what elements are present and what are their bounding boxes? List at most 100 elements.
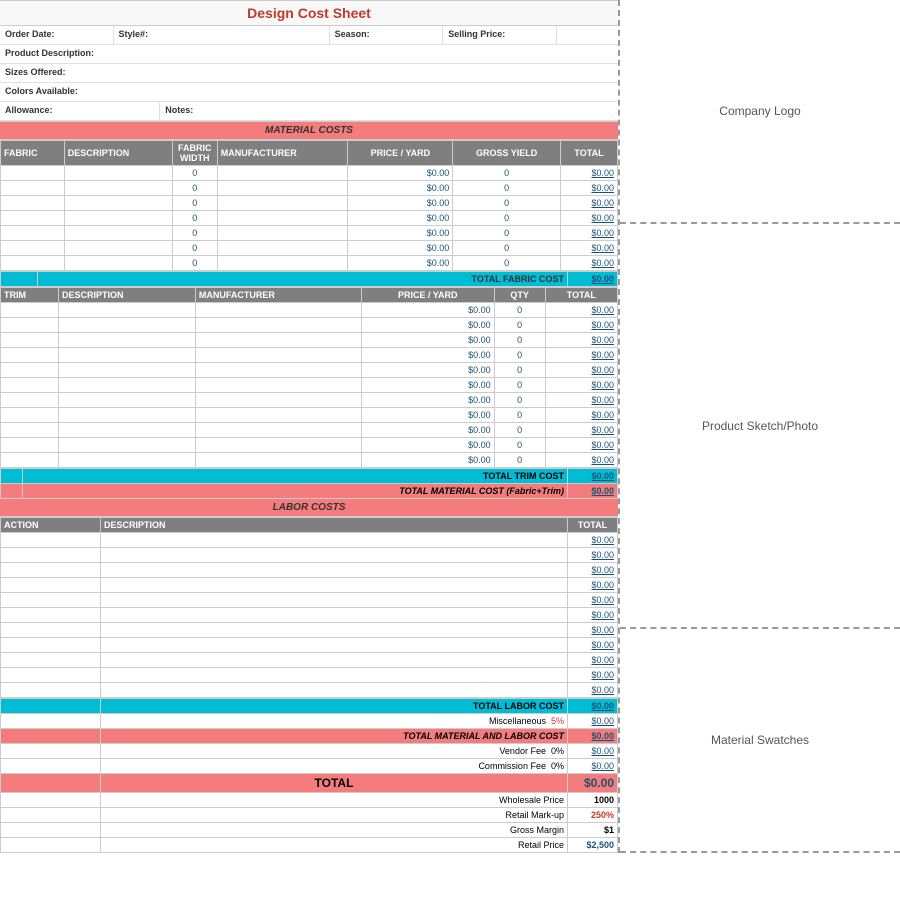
trim-mfr-cell[interactable]	[195, 393, 361, 408]
labor-action-cell[interactable]	[1, 653, 101, 668]
fabric-price-cell[interactable]: $0.00	[348, 166, 453, 181]
trim-cell[interactable]	[1, 333, 59, 348]
trim-mfr-cell[interactable]	[195, 348, 361, 363]
fabric-width-cell[interactable]: 0	[172, 226, 217, 241]
labor-action-cell[interactable]	[1, 683, 101, 698]
trim-qty-cell[interactable]: 0	[494, 318, 545, 333]
fabric-mfr-cell[interactable]	[217, 241, 348, 256]
fabric-total-cell[interactable]: $0.00	[560, 211, 617, 226]
trim-desc-cell[interactable]	[58, 438, 195, 453]
style-cell[interactable]: Style#:	[114, 26, 330, 44]
fabric-mfr-cell[interactable]	[217, 181, 348, 196]
labor-desc-cell[interactable]	[101, 623, 568, 638]
fabric-mfr-cell[interactable]	[217, 226, 348, 241]
labor-desc-cell[interactable]	[101, 683, 568, 698]
fabric-yield-cell[interactable]: 0	[453, 241, 561, 256]
trim-cell[interactable]	[1, 453, 59, 468]
labor-total-cell[interactable]: $0.00	[568, 623, 618, 638]
product-desc-cell[interactable]: Product Description:	[0, 45, 618, 63]
selling-price-value[interactable]	[557, 26, 618, 44]
labor-total-cell[interactable]: $0.00	[568, 668, 618, 683]
fabric-price-cell[interactable]: $0.00	[348, 226, 453, 241]
trim-price-cell[interactable]: $0.00	[361, 363, 494, 378]
fabric-total-cell[interactable]: $0.00	[560, 181, 617, 196]
fabric-price-cell[interactable]: $0.00	[348, 211, 453, 226]
trim-qty-cell[interactable]: 0	[494, 453, 545, 468]
trim-cell[interactable]	[1, 363, 59, 378]
fabric-desc-cell[interactable]	[64, 256, 172, 271]
fabric-mfr-cell[interactable]	[217, 256, 348, 271]
fabric-price-cell[interactable]: $0.00	[348, 181, 453, 196]
trim-total-cell[interactable]: $0.00	[545, 423, 617, 438]
trim-cell[interactable]	[1, 348, 59, 363]
fabric-width-cell[interactable]: 0	[172, 241, 217, 256]
trim-qty-cell[interactable]: 0	[494, 438, 545, 453]
trim-qty-cell[interactable]: 0	[494, 348, 545, 363]
trim-desc-cell[interactable]	[58, 333, 195, 348]
labor-desc-cell[interactable]	[101, 548, 568, 563]
trim-total-cell[interactable]: $0.00	[545, 438, 617, 453]
trim-cell[interactable]	[1, 318, 59, 333]
labor-total-cell[interactable]: $0.00	[568, 683, 618, 698]
trim-mfr-cell[interactable]	[195, 423, 361, 438]
labor-desc-cell[interactable]	[101, 653, 568, 668]
trim-price-cell[interactable]: $0.00	[361, 423, 494, 438]
fabric-desc-cell[interactable]	[64, 181, 172, 196]
labor-action-cell[interactable]	[1, 548, 101, 563]
fabric-width-cell[interactable]: 0	[172, 256, 217, 271]
fabric-desc-cell[interactable]	[64, 211, 172, 226]
labor-desc-cell[interactable]	[101, 608, 568, 623]
fabric-desc-cell[interactable]	[64, 241, 172, 256]
trim-total-cell[interactable]: $0.00	[545, 408, 617, 423]
fabric-width-cell[interactable]: 0	[172, 211, 217, 226]
fabric-price-cell[interactable]: $0.00	[348, 256, 453, 271]
fabric-total-cell[interactable]: $0.00	[560, 241, 617, 256]
fabric-cell[interactable]	[1, 196, 65, 211]
trim-qty-cell[interactable]: 0	[494, 378, 545, 393]
fabric-cell[interactable]	[1, 211, 65, 226]
fabric-yield-cell[interactable]: 0	[453, 196, 561, 211]
trim-desc-cell[interactable]	[58, 348, 195, 363]
allowance-cell[interactable]: Allowance:	[0, 102, 160, 120]
trim-price-cell[interactable]: $0.00	[361, 333, 494, 348]
fabric-price-cell[interactable]: $0.00	[348, 241, 453, 256]
trim-qty-cell[interactable]: 0	[494, 393, 545, 408]
labor-action-cell[interactable]	[1, 533, 101, 548]
trim-mfr-cell[interactable]	[195, 363, 361, 378]
fabric-cell[interactable]	[1, 166, 65, 181]
fabric-width-cell[interactable]: 0	[172, 181, 217, 196]
trim-mfr-cell[interactable]	[195, 303, 361, 318]
trim-cell[interactable]	[1, 303, 59, 318]
fabric-cell[interactable]	[1, 256, 65, 271]
trim-cell[interactable]	[1, 408, 59, 423]
trim-total-cell[interactable]: $0.00	[545, 453, 617, 468]
labor-desc-cell[interactable]	[101, 563, 568, 578]
fabric-width-cell[interactable]: 0	[172, 166, 217, 181]
fabric-yield-cell[interactable]: 0	[453, 226, 561, 241]
fabric-yield-cell[interactable]: 0	[453, 166, 561, 181]
trim-total-cell[interactable]: $0.00	[545, 333, 617, 348]
trim-price-cell[interactable]: $0.00	[361, 453, 494, 468]
season-cell[interactable]: Season:	[330, 26, 444, 44]
fabric-yield-cell[interactable]: 0	[453, 256, 561, 271]
fabric-total-cell[interactable]: $0.00	[560, 196, 617, 211]
labor-desc-cell[interactable]	[101, 668, 568, 683]
labor-action-cell[interactable]	[1, 593, 101, 608]
trim-desc-cell[interactable]	[58, 363, 195, 378]
labor-total-cell[interactable]: $0.00	[568, 593, 618, 608]
sizes-cell[interactable]: Sizes Offered:	[0, 64, 618, 82]
selling-price-cell[interactable]: Selling Price:	[443, 26, 557, 44]
fabric-desc-cell[interactable]	[64, 196, 172, 211]
trim-price-cell[interactable]: $0.00	[361, 318, 494, 333]
labor-total-cell[interactable]: $0.00	[568, 548, 618, 563]
trim-mfr-cell[interactable]	[195, 333, 361, 348]
notes-cell[interactable]: Notes:	[160, 102, 618, 120]
labor-total-cell[interactable]: $0.00	[568, 638, 618, 653]
trim-desc-cell[interactable]	[58, 318, 195, 333]
trim-price-cell[interactable]: $0.00	[361, 378, 494, 393]
trim-qty-cell[interactable]: 0	[494, 333, 545, 348]
trim-price-cell[interactable]: $0.00	[361, 438, 494, 453]
trim-cell[interactable]	[1, 393, 59, 408]
order-date-cell[interactable]: Order Date:	[0, 26, 114, 44]
fabric-mfr-cell[interactable]	[217, 196, 348, 211]
